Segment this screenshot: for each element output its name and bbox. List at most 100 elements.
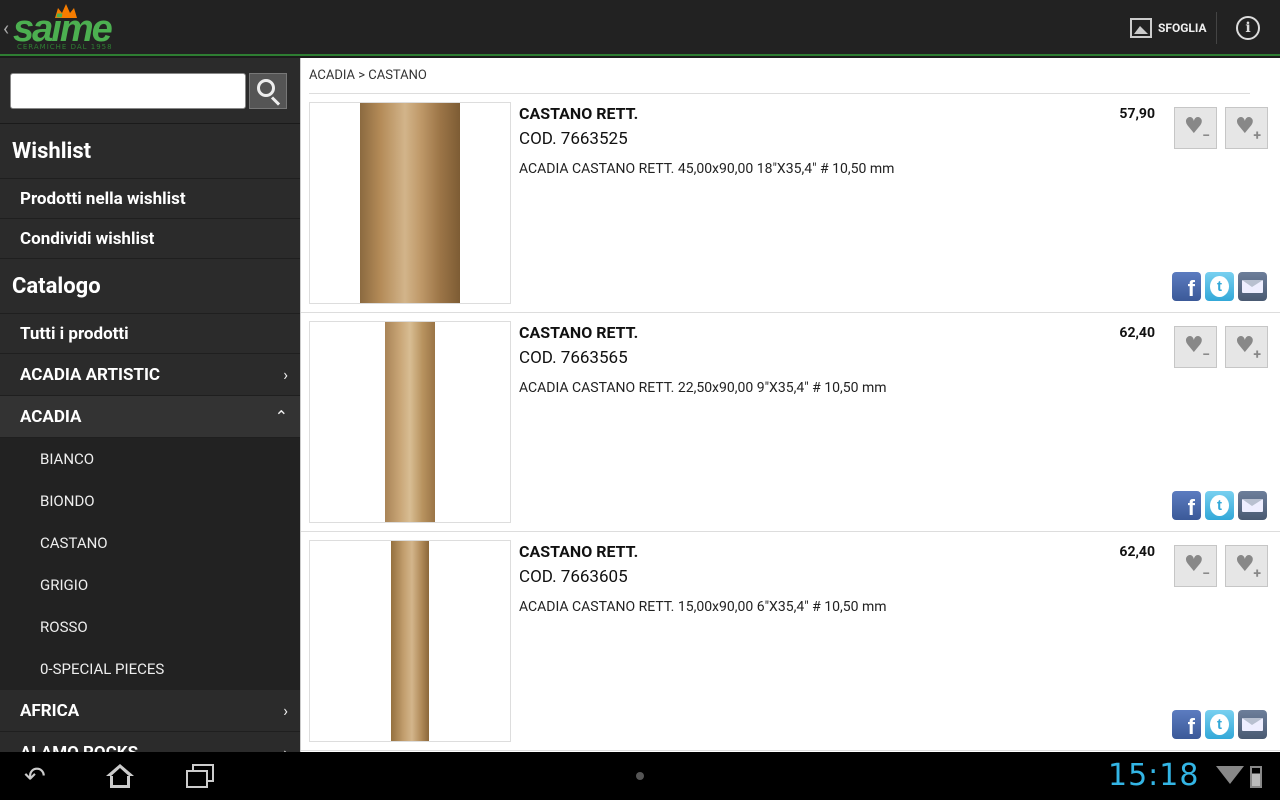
wifi-icon xyxy=(1216,766,1244,784)
search-icon-handle xyxy=(270,96,281,106)
remove-from-wishlist-button[interactable]: ♥ − xyxy=(1174,107,1217,149)
facebook-share-icon[interactable]: f xyxy=(1172,710,1201,739)
heart-icon: ♥ xyxy=(1184,552,1204,577)
facebook-share-icon[interactable]: f xyxy=(1172,491,1201,520)
action-bar: ‹ saime CERAMICHE DAL 1958 SFOGLIA i xyxy=(0,0,1280,56)
chevron-right-icon: › xyxy=(283,365,288,384)
sidebar-item-share-wishlist[interactable]: Condividi wishlist xyxy=(0,219,300,259)
subcategory-rosso[interactable]: ROSSO xyxy=(0,606,300,648)
product-list-panel: ACADIA > CASTANO CASTANO RETT. COD. 7663… xyxy=(300,58,1280,752)
heart-icon: ♥ xyxy=(1184,114,1204,139)
catalog-header: Catalogo xyxy=(0,259,300,314)
twitter-share-icon[interactable]: t xyxy=(1205,491,1234,520)
email-share-icon[interactable] xyxy=(1238,272,1267,301)
recent-apps-icon[interactable] xyxy=(186,762,218,790)
add-to-wishlist-button[interactable]: ♥ + xyxy=(1225,326,1268,368)
search-input[interactable] xyxy=(10,73,246,109)
product-thumbnail[interactable] xyxy=(309,540,511,742)
minus-icon: − xyxy=(1202,128,1210,144)
system-navigation-bar: ↶ 15:18 xyxy=(0,752,1280,800)
twitter-share-icon[interactable]: t xyxy=(1205,272,1234,301)
wishlist-header: Wishlist xyxy=(0,124,300,179)
up-navigation-icon[interactable]: ‹ xyxy=(3,16,9,40)
subcategory-grigio[interactable]: GRIGIO xyxy=(0,564,300,606)
product-price: 62,40 xyxy=(1119,544,1155,560)
twitter-share-icon[interactable]: t xyxy=(1205,710,1234,739)
recent-apps-front-card xyxy=(186,770,208,788)
chevron-right-icon: › xyxy=(283,743,288,752)
product-title: CASTANO RETT. xyxy=(519,542,639,561)
chevron-right-icon: › xyxy=(283,701,288,720)
tile-image xyxy=(391,541,429,741)
product-title: CASTANO RETT. xyxy=(519,104,639,123)
product-code: COD. 7663565 xyxy=(519,348,628,368)
product-code: COD. 7663525 xyxy=(519,129,628,149)
product-description: ACADIA CASTANO RETT. 15,00x90,00 6"X35,4… xyxy=(519,599,887,615)
tile-image xyxy=(385,322,435,522)
subcategory-special-pieces[interactable]: 0-SPECIAL PIECES xyxy=(0,648,300,690)
plus-icon: + xyxy=(1253,347,1261,363)
envelope-icon xyxy=(1242,718,1263,731)
home-icon-body xyxy=(110,776,130,788)
envelope-icon xyxy=(1242,280,1263,293)
product-row[interactable]: CASTANO RETT. COD. 7663605 ACADIA CASTAN… xyxy=(301,532,1280,751)
logo-tagline: CERAMICHE DAL 1958 xyxy=(17,43,113,51)
search-button[interactable] xyxy=(249,73,287,109)
tile-image xyxy=(360,103,460,303)
info-icon[interactable]: i xyxy=(1236,16,1260,40)
saime-logo[interactable]: saime CERAMICHE DAL 1958 xyxy=(13,4,125,52)
add-to-wishlist-button[interactable]: ♥ + xyxy=(1225,545,1268,587)
app-root: ‹ saime CERAMICHE DAL 1958 SFOGLIA i Wis… xyxy=(0,0,1280,800)
subcategory-bianco[interactable]: BIANCO xyxy=(0,438,300,480)
sidebar-item-wishlist-products[interactable]: Prodotti nella wishlist xyxy=(0,179,300,219)
search-row xyxy=(0,58,300,124)
heart-icon: ♥ xyxy=(1235,114,1255,139)
remove-from-wishlist-button[interactable]: ♥ − xyxy=(1174,326,1217,368)
chevron-up-icon: ⌃ xyxy=(274,407,288,426)
category-acadia-artistic[interactable]: ACADIA ARTISTIC › xyxy=(0,354,300,396)
breadcrumb: ACADIA > CASTANO xyxy=(309,68,427,83)
browse-button[interactable]: SFOGLIA xyxy=(1130,16,1207,40)
remove-from-wishlist-button[interactable]: ♥ − xyxy=(1174,545,1217,587)
category-africa[interactable]: AFRICA › xyxy=(0,690,300,732)
product-price: 62,40 xyxy=(1119,325,1155,341)
heart-icon: ♥ xyxy=(1235,333,1255,358)
facebook-share-icon[interactable]: f xyxy=(1172,272,1201,301)
product-thumbnail[interactable] xyxy=(309,102,511,304)
twitter-bird-icon: t xyxy=(1210,276,1229,297)
product-thumbnail[interactable] xyxy=(309,321,511,523)
add-to-wishlist-button[interactable]: ♥ + xyxy=(1225,107,1268,149)
product-description: ACADIA CASTANO RETT. 45,00x90,00 18"X35,… xyxy=(519,161,895,177)
email-share-icon[interactable] xyxy=(1238,491,1267,520)
back-icon[interactable]: ↶ xyxy=(24,762,56,792)
status-clock: 15:18 xyxy=(1108,758,1200,793)
product-title: CASTANO RETT. xyxy=(519,323,639,342)
browse-label: SFOGLIA xyxy=(1158,21,1207,35)
search-icon xyxy=(257,79,275,97)
twitter-bird-icon: t xyxy=(1210,495,1229,516)
product-row[interactable]: CASTANO RETT. COD. 7663565 ACADIA CASTAN… xyxy=(301,313,1280,532)
subcategory-biondo[interactable]: BIONDO xyxy=(0,480,300,522)
subcategory-castano[interactable]: CASTANO xyxy=(0,522,300,564)
heart-icon: ♥ xyxy=(1235,552,1255,577)
heart-icon: ♥ xyxy=(1184,333,1204,358)
email-share-icon[interactable] xyxy=(1238,710,1267,739)
minus-icon: − xyxy=(1202,566,1210,582)
battery-icon xyxy=(1250,766,1262,788)
product-row[interactable]: CASTANO RETT. COD. 7663525 ACADIA CASTAN… xyxy=(301,94,1280,313)
category-label: AFRICA xyxy=(20,700,80,721)
image-icon xyxy=(1130,18,1152,38)
product-price: 57,90 xyxy=(1119,106,1155,122)
category-acadia[interactable]: ACADIA ⌃ xyxy=(0,396,300,438)
acadia-subcategory-list: BIANCO BIONDO CASTANO GRIGIO ROSSO 0-SPE… xyxy=(0,438,300,690)
envelope-icon xyxy=(1242,499,1263,512)
menu-dot-icon[interactable] xyxy=(636,772,644,780)
sidebar-item-all-products[interactable]: Tutti i prodotti xyxy=(0,314,300,354)
plus-icon: + xyxy=(1253,566,1261,582)
category-label: ACADIA xyxy=(20,406,82,427)
category-alamo-rocks[interactable]: ALAMO ROCKS › xyxy=(0,732,300,753)
minus-icon: − xyxy=(1202,347,1210,363)
home-icon[interactable] xyxy=(104,762,136,790)
category-label: ACADIA ARTISTIC xyxy=(20,364,161,385)
category-label: ALAMO ROCKS xyxy=(20,743,138,753)
